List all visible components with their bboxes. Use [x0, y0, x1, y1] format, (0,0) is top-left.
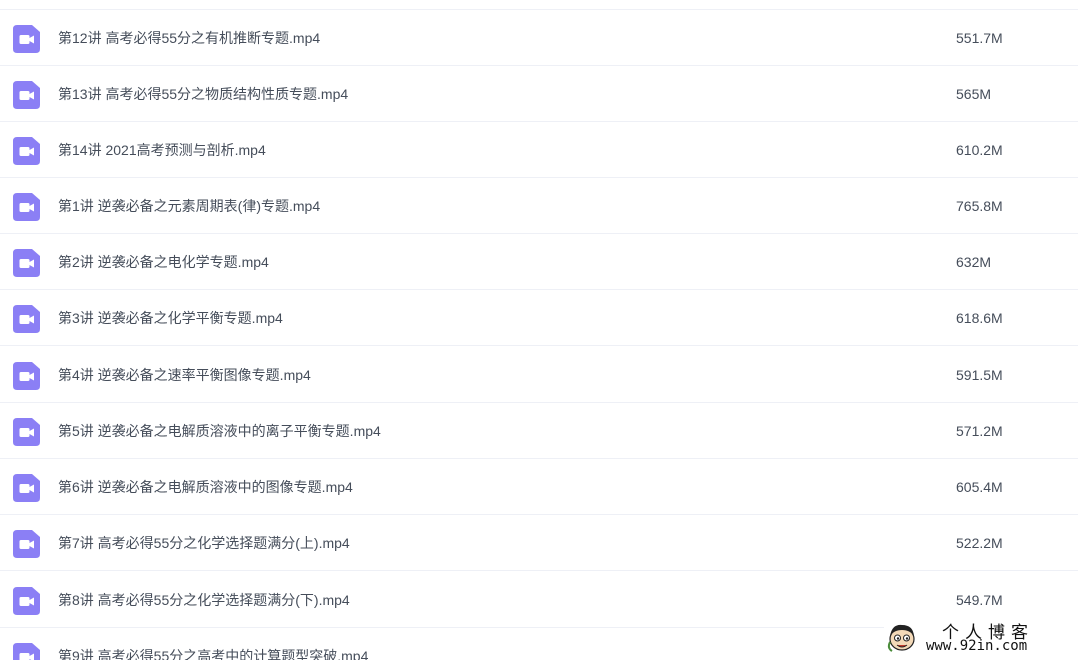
video-file-icon: [13, 81, 40, 109]
file-row[interactable]: 第7讲 高考必得55分之化学选择题满分(上).mp4 522.2M: [0, 515, 1078, 571]
cartoon-avatar-icon: [887, 624, 915, 652]
video-file-icon: [13, 137, 40, 165]
file-name[interactable]: 第13讲 高考必得55分之物质结构性质专题.mp4: [58, 84, 348, 104]
file-name[interactable]: 第9讲 高考必得55分之高考中的计算题型突破.mp4: [58, 646, 368, 660]
file-name[interactable]: 第2讲 逆袭必备之电化学专题.mp4: [58, 252, 269, 272]
file-size: 551.7M: [956, 30, 1003, 46]
watermark-url: www.92in.com: [926, 638, 1028, 654]
file-row[interactable]: 第14讲 2021高考预测与剖析.mp4 610.2M: [0, 122, 1078, 178]
video-file-icon: [13, 530, 40, 558]
file-size: 632M: [956, 254, 992, 270]
file-size: 591.5M: [956, 367, 1003, 383]
file-size: 605.4M: [956, 479, 1003, 495]
video-file-icon: [13, 362, 40, 390]
file-size: 618.6M: [956, 310, 1003, 326]
file-row[interactable]: 第2讲 逆袭必备之电化学专题.mp4 632M: [0, 234, 1078, 290]
file-row[interactable]: 第4讲 逆袭必备之速率平衡图像专题.mp4 591.5M: [0, 347, 1078, 403]
file-row[interactable]: 第3讲 逆袭必备之化学平衡专题.mp4 618.6M: [0, 290, 1078, 346]
file-size: 565M: [956, 86, 992, 102]
video-file-icon: [13, 587, 40, 615]
file-row[interactable]: 第5讲 逆袭必备之电解质溶液中的离子平衡专题.mp4 571.2M: [0, 403, 1078, 459]
file-name[interactable]: 第5讲 逆袭必备之电解质溶液中的离子平衡专题.mp4: [58, 421, 381, 441]
file-row[interactable]: 第12讲 高考必得55分之有机推断专题.mp4 551.7M: [0, 10, 1078, 66]
file-name[interactable]: 第1讲 逆袭必备之元素周期表(律)专题.mp4: [58, 196, 320, 216]
blog-watermark: 个人博客 www.92in.com: [884, 618, 1078, 660]
file-row[interactable]: 第6讲 逆袭必备之电解质溶液中的图像专题.mp4 605.4M: [0, 459, 1078, 515]
video-file-icon: [13, 643, 40, 660]
file-name[interactable]: 第12讲 高考必得55分之有机推断专题.mp4: [58, 28, 320, 48]
file-name[interactable]: 第8讲 高考必得55分之化学选择题满分(下).mp4: [58, 590, 350, 610]
file-size: 549.7M: [956, 592, 1003, 608]
video-file-icon: [13, 249, 40, 277]
file-name[interactable]: 第14讲 2021高考预测与剖析.mp4: [58, 140, 266, 160]
file-name[interactable]: 第3讲 逆袭必备之化学平衡专题.mp4: [58, 308, 283, 328]
file-list: 第12讲 高考必得55分之有机推断专题.mp4 551.7M 第13讲 高考必得…: [0, 0, 1078, 660]
video-file-icon: [13, 474, 40, 502]
file-size: 610.2M: [956, 142, 1003, 158]
file-size: 765.8M: [956, 198, 1003, 214]
file-name[interactable]: 第7讲 高考必得55分之化学选择题满分(上).mp4: [58, 533, 350, 553]
file-row[interactable]: 第1讲 逆袭必备之元素周期表(律)专题.mp4 765.8M: [0, 178, 1078, 234]
video-file-icon: [13, 25, 40, 53]
video-file-icon: [13, 305, 40, 333]
video-file-icon: [13, 418, 40, 446]
file-size: 571.2M: [956, 423, 1003, 439]
file-size: 522.2M: [956, 535, 1003, 551]
file-name[interactable]: 第4讲 逆袭必备之速率平衡图像专题.mp4: [58, 365, 311, 385]
video-file-icon: [13, 193, 40, 221]
file-name[interactable]: 第6讲 逆袭必备之电解质溶液中的图像专题.mp4: [58, 477, 353, 497]
file-row[interactable]: 第13讲 高考必得55分之物质结构性质专题.mp4 565M: [0, 66, 1078, 122]
